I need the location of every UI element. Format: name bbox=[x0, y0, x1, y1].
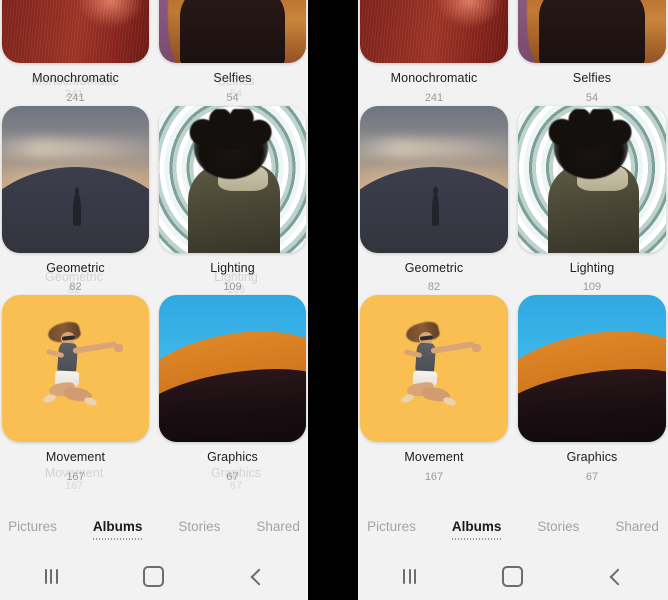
album-artwork-lighting bbox=[518, 105, 666, 253]
album-card[interactable]: Graphics 67 bbox=[159, 295, 306, 485]
album-artwork-movement bbox=[2, 295, 149, 442]
phone-screen-right: Monochromatic 241 Selfies 54 Geometric 8… bbox=[358, 0, 668, 600]
album-name: Lighting bbox=[569, 260, 615, 275]
album-artwork-graphics bbox=[159, 295, 306, 442]
tab-shared[interactable]: Shared bbox=[614, 517, 660, 542]
album-name: Selfies bbox=[572, 71, 612, 85]
album-card[interactable]: Lighting 109 bbox=[518, 105, 666, 296]
recents-button[interactable] bbox=[383, 559, 437, 595]
album-thumbnail[interactable] bbox=[360, 0, 508, 63]
back-icon bbox=[250, 568, 268, 585]
album-artwork-geometric bbox=[360, 105, 508, 253]
tab-stories[interactable]: Stories bbox=[536, 517, 580, 542]
album-card[interactable]: Monochromatic 241 bbox=[2, 0, 149, 106]
album-count: 109 bbox=[582, 281, 602, 293]
album-name: Graphics bbox=[207, 450, 258, 464]
album-artwork-movement bbox=[360, 295, 508, 442]
home-icon bbox=[143, 566, 165, 587]
album-count: 54 bbox=[226, 91, 239, 104]
recents-icon bbox=[403, 569, 417, 584]
album-card[interactable]: Monochromatic 241 bbox=[360, 0, 508, 106]
album-name: Movement bbox=[45, 450, 106, 464]
tab-pictures[interactable]: Pictures bbox=[7, 517, 58, 542]
bottom-tab-bar: Pictures Albums Stories Shared bbox=[0, 505, 308, 553]
album-thumbnail[interactable] bbox=[518, 0, 666, 63]
album-artwork-lighting bbox=[159, 105, 306, 253]
album-card[interactable]: Graphics 67 bbox=[518, 295, 666, 485]
album-name: Lighting bbox=[210, 260, 255, 275]
album-thumbnail[interactable] bbox=[2, 295, 149, 442]
album-artwork-selfies bbox=[518, 0, 666, 63]
album-count: 82 bbox=[427, 281, 441, 293]
home-button[interactable] bbox=[486, 559, 540, 595]
album-artwork-graphics bbox=[518, 295, 666, 442]
album-name: Monochromatic bbox=[390, 71, 478, 85]
album-thumbnail[interactable] bbox=[360, 105, 508, 253]
album-count: 167 bbox=[66, 470, 85, 483]
album-card[interactable]: Selfies 54 bbox=[518, 0, 666, 106]
album-name: Monochromatic bbox=[32, 71, 119, 85]
album-count: 109 bbox=[223, 281, 242, 293]
album-card[interactable]: Movement 167 bbox=[2, 295, 149, 485]
album-thumbnail[interactable] bbox=[159, 0, 306, 63]
album-count: 82 bbox=[69, 281, 82, 293]
album-thumbnail[interactable] bbox=[360, 295, 508, 442]
bottom-tab-bar: Pictures Albums Stories Shared bbox=[358, 505, 668, 553]
album-card[interactable]: Lighting 109 bbox=[159, 105, 306, 296]
recents-icon bbox=[44, 569, 58, 584]
tab-pictures[interactable]: Pictures bbox=[366, 517, 417, 542]
album-thumbnail[interactable] bbox=[518, 295, 666, 442]
tab-albums[interactable]: Albums bbox=[450, 517, 503, 542]
album-count: 241 bbox=[66, 91, 85, 104]
back-icon bbox=[609, 568, 627, 585]
album-card[interactable]: Geometric 82 bbox=[2, 105, 149, 296]
album-grid-right: Monochromatic 241 Selfies 54 Geometric 8… bbox=[358, 0, 668, 485]
tab-stories[interactable]: Stories bbox=[177, 517, 221, 542]
album-name: Movement bbox=[404, 450, 464, 464]
home-icon bbox=[502, 566, 524, 587]
back-button[interactable] bbox=[230, 559, 284, 595]
album-count: 67 bbox=[585, 470, 599, 483]
album-grid-left: Monochromatic 241 Selfies 54 Geometric 8… bbox=[0, 0, 308, 485]
album-name: Geometric bbox=[46, 260, 105, 275]
album-artwork-geometric bbox=[2, 105, 149, 253]
album-name: Selfies bbox=[213, 71, 252, 85]
album-thumbnail[interactable] bbox=[159, 295, 306, 442]
back-button[interactable] bbox=[589, 559, 643, 595]
home-button[interactable] bbox=[127, 559, 181, 595]
album-card[interactable]: Selfies 54 bbox=[159, 0, 306, 106]
phone-screen-left: Monochromatic 241 Selfies 54 Geometric 8… bbox=[0, 0, 308, 600]
album-card[interactable]: Movement 167 bbox=[360, 295, 508, 485]
screenshot-stage: Monochromatic 241 Selfies 54 Geometric 8… bbox=[0, 0, 668, 600]
panel-divider bbox=[308, 0, 358, 600]
android-navigation-bar bbox=[358, 553, 668, 600]
album-count: 241 bbox=[424, 91, 444, 104]
tab-albums[interactable]: Albums bbox=[91, 517, 144, 542]
album-thumbnail[interactable] bbox=[2, 105, 149, 253]
android-navigation-bar bbox=[0, 553, 308, 600]
album-thumbnail[interactable] bbox=[2, 0, 149, 63]
recents-button[interactable] bbox=[24, 559, 78, 595]
album-artwork-monochromatic bbox=[2, 0, 149, 63]
album-name: Graphics bbox=[566, 450, 618, 464]
album-count: 67 bbox=[226, 470, 239, 483]
album-count: 54 bbox=[585, 91, 599, 104]
album-artwork-selfies bbox=[159, 0, 306, 63]
album-thumbnail[interactable] bbox=[518, 105, 666, 253]
album-name: Geometric bbox=[404, 260, 464, 275]
album-card[interactable]: Geometric 82 bbox=[360, 105, 508, 296]
album-count: 167 bbox=[424, 470, 444, 483]
album-artwork-monochromatic bbox=[360, 0, 508, 63]
album-thumbnail[interactable] bbox=[159, 105, 306, 253]
tab-shared[interactable]: Shared bbox=[255, 517, 301, 542]
